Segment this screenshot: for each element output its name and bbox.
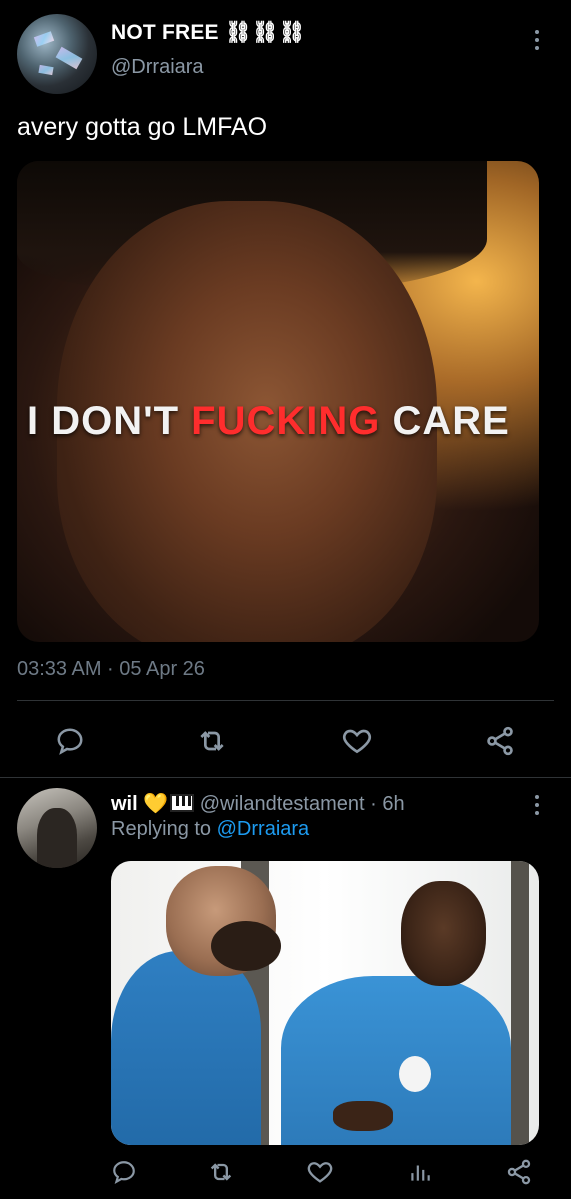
yellow-heart-emoji: 💛 (143, 793, 169, 815)
person-right-figure (281, 976, 511, 1145)
meta-separator: · (370, 793, 377, 815)
tweet-separator (0, 777, 571, 778)
reply-media-image[interactable] (111, 861, 539, 1145)
like-icon[interactable] (298, 1150, 342, 1194)
replying-to-mention[interactable]: @Drraiara (217, 818, 310, 840)
tweet-text: avery gotta go LMFAO (17, 113, 268, 141)
reply-avatar[interactable] (17, 788, 97, 868)
tweet-timestamp[interactable]: 03:33 AM · 05 Apr 26 (17, 658, 205, 681)
tweet-media-image[interactable]: I DON'T FUCKING CARE (17, 161, 539, 642)
retweet-icon[interactable] (199, 1150, 243, 1194)
avatar[interactable] (17, 14, 97, 94)
reply-time[interactable]: 6h (382, 793, 404, 815)
handle[interactable]: @Drraiara (111, 56, 204, 79)
replying-to: Replying to @Drraiara (111, 818, 310, 840)
share-icon[interactable] (497, 1150, 541, 1194)
reply-handle[interactable]: @wilandtestament (200, 793, 365, 815)
media-caption: I DON'T FUCKING CARE (27, 399, 510, 443)
reply-more-options-icon[interactable] (525, 793, 549, 817)
divider (17, 700, 554, 701)
reply-display-name[interactable]: wil (111, 793, 138, 815)
display-name[interactable]: NOT FREE ⛓⛓⛓ (111, 21, 305, 45)
apple-logo-icon (399, 1056, 431, 1092)
share-icon[interactable] (478, 719, 522, 763)
tweet-actions (0, 719, 571, 763)
piano-emoji (170, 794, 195, 812)
more-options-icon[interactable] (525, 28, 549, 52)
reply-header: wil 💛 @wilandtestament · 6h (111, 791, 405, 816)
main-tweet[interactable]: NOT FREE ⛓⛓⛓ @Drraiara avery gotta go LM… (0, 0, 571, 778)
like-icon[interactable] (335, 719, 379, 763)
reply-icon[interactable] (102, 1150, 146, 1194)
analytics-icon[interactable] (398, 1150, 442, 1194)
retweet-icon[interactable] (190, 719, 234, 763)
reply-icon[interactable] (48, 719, 92, 763)
reply-actions (0, 1150, 571, 1194)
person-left-figure (111, 951, 261, 1145)
